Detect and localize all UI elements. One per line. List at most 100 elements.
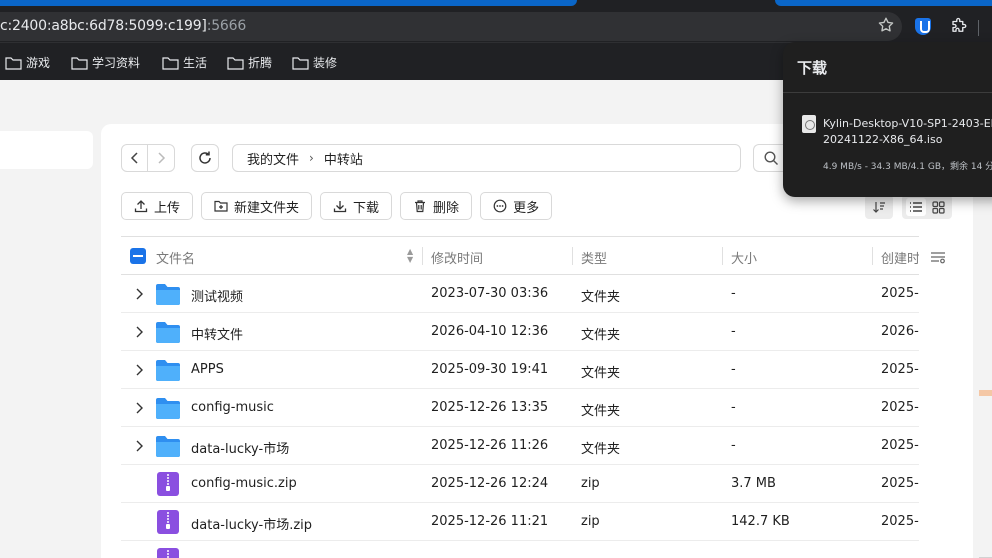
file-type: zip xyxy=(581,514,600,529)
new-folder-label: 新建文件夹 xyxy=(234,200,300,216)
bookmark-folder-study[interactable]: 学习资料 xyxy=(71,54,140,71)
folder-outline-icon xyxy=(227,56,244,70)
active-tab-indicator[interactable] xyxy=(0,0,577,6)
download-item-name[interactable]: Kylin-Desktop-V10-SP1-2403-ED 20241122-X… xyxy=(823,116,992,148)
downloads-popup: 下载 Kylin-Desktop-V10-SP1-2403-ED 2024112… xyxy=(783,42,992,197)
column-header-type[interactable]: 类型 xyxy=(581,248,607,267)
chevron-left-icon xyxy=(130,152,138,164)
column-divider[interactable] xyxy=(872,247,873,265)
more-button[interactable]: 更多 xyxy=(480,192,553,220)
extensions-puzzle-icon[interactable] xyxy=(950,17,968,35)
chevron-right-icon xyxy=(158,152,166,164)
table-row[interactable] xyxy=(121,541,919,558)
modified-time: 2025-09-30 19:41 xyxy=(431,362,549,377)
upload-button[interactable]: 上传 xyxy=(121,192,194,220)
column-settings-icon[interactable] xyxy=(930,250,946,264)
bookmark-label: 游戏 xyxy=(26,56,51,70)
delete-button[interactable]: 删除 xyxy=(400,192,473,220)
file-name[interactable]: 测试视频 xyxy=(191,286,243,305)
url-text[interactable]: c:2400:a8bc:6d78:5099:c199]:5666 xyxy=(0,18,246,34)
downloads-title: 下载 xyxy=(797,59,828,77)
address-bar[interactable]: c:2400:a8bc:6d78:5099:c199]:5666 xyxy=(0,12,902,41)
file-type: 文件夹 xyxy=(581,404,621,419)
breadcrumb-root[interactable]: 我的文件 xyxy=(247,149,299,168)
table-row[interactable]: 中转文件 2026-04-10 12:36 文件夹 - 2026-0 xyxy=(121,313,919,351)
new-folder-button[interactable]: 新建文件夹 xyxy=(201,192,313,220)
chevron-right-icon[interactable] xyxy=(133,287,145,301)
folder-icon xyxy=(156,398,180,419)
more-dots-icon xyxy=(493,199,507,213)
folder-icon xyxy=(156,322,180,343)
column-divider[interactable] xyxy=(722,247,723,265)
file-size: 142.7 KB xyxy=(731,514,790,529)
created-time: 2026-0 xyxy=(881,324,919,339)
sidebar-search-field[interactable] xyxy=(0,131,93,169)
tab-indicator[interactable] xyxy=(775,0,992,6)
table-header: 文件名 ▲ ▼ 修改时间 类型 大小 创建时 xyxy=(121,236,919,275)
table-row[interactable]: 测试视频 2023-07-30 03:36 文件夹 - 2025-1 xyxy=(121,275,919,313)
select-all-checkbox[interactable] xyxy=(130,248,146,264)
chevron-right-icon[interactable] xyxy=(133,401,145,415)
file-type: 文件夹 xyxy=(581,328,621,343)
list-view-icon xyxy=(910,202,922,212)
modified-time: 2023-07-30 03:36 xyxy=(431,286,549,301)
bookmark-label: 装修 xyxy=(313,56,338,70)
refresh-button[interactable] xyxy=(191,144,219,172)
refresh-icon xyxy=(199,151,211,164)
grid-view-button[interactable] xyxy=(928,198,948,216)
breadcrumb-separator: › xyxy=(309,151,314,165)
table-row[interactable]: data-lucky-市场.zip 2025-12-26 11:21 zip 142.… xyxy=(121,503,919,541)
list-view-button[interactable] xyxy=(906,198,926,216)
delete-label: 删除 xyxy=(433,200,460,216)
chevron-right-icon[interactable] xyxy=(133,363,145,377)
modified-time: 2025-12-26 11:21 xyxy=(431,514,549,529)
bookmark-folder-life[interactable]: 生活 xyxy=(162,54,207,71)
table-row[interactable]: APPS 2025-09-30 19:41 文件夹 - 2025-1 xyxy=(121,351,919,389)
column-header-name[interactable]: 文件名 xyxy=(156,248,195,267)
download-button[interactable]: 下载 xyxy=(320,192,393,220)
file-type: 文件夹 xyxy=(581,366,621,381)
file-name[interactable]: APPS xyxy=(191,362,224,377)
file-size: 3.7 MB xyxy=(731,476,776,491)
breadcrumb-current[interactable]: 中转站 xyxy=(324,149,363,168)
folder-icon xyxy=(156,284,180,305)
file-name[interactable]: config-music.zip xyxy=(191,476,297,491)
column-header-created[interactable]: 创建时 xyxy=(881,248,919,267)
sort-arrows-icon[interactable]: ▲ ▼ xyxy=(407,248,413,264)
download-name-line2: 20241122-X86_64.iso xyxy=(823,133,943,146)
folder-outline-icon xyxy=(162,56,179,70)
more-label: 更多 xyxy=(513,200,540,216)
table-row[interactable]: config-music 2025-12-26 13:35 文件夹 - 2025-1 xyxy=(121,389,919,427)
modified-time: 2025-12-26 11:26 xyxy=(431,438,549,453)
table-row[interactable]: data-lucky-市场 2025-12-26 11:26 文件夹 - 2025-1 xyxy=(121,427,919,465)
column-divider[interactable] xyxy=(572,247,573,265)
zip-archive-icon xyxy=(157,548,179,558)
file-name[interactable]: config-music xyxy=(191,400,274,415)
column-divider[interactable] xyxy=(422,247,423,265)
bookmark-folder-tinker[interactable]: 折腾 xyxy=(227,54,272,71)
bookmark-folder-games[interactable]: 游戏 xyxy=(5,54,50,71)
file-name[interactable]: 中转文件 xyxy=(191,324,243,343)
bookmark-star-icon[interactable] xyxy=(877,16,895,34)
file-name[interactable]: data-lucky-市场 xyxy=(191,438,289,457)
password-manager-extension-icon[interactable] xyxy=(915,18,931,35)
sort-order-button[interactable] xyxy=(865,195,893,219)
created-time: 2025-1 xyxy=(881,476,919,491)
folder-outline-icon xyxy=(292,56,309,70)
chevron-right-icon[interactable] xyxy=(133,325,145,339)
file-disc-icon xyxy=(802,115,816,133)
url-host: c:2400:a8bc:6d78:5099:c199] xyxy=(0,18,207,34)
forward-button[interactable] xyxy=(148,145,174,171)
table-row[interactable]: config-music.zip 2025-12-26 12:24 zip 3.7 M… xyxy=(121,465,919,503)
back-button[interactable] xyxy=(122,145,149,171)
file-type: zip xyxy=(581,476,600,491)
column-header-size[interactable]: 大小 xyxy=(731,248,757,267)
chevron-right-icon[interactable] xyxy=(133,439,145,453)
action-toolbar: 上传 新建文件夹 下载 删除 更多 xyxy=(121,192,553,220)
bookmark-folder-decor[interactable]: 装修 xyxy=(292,54,337,71)
download-label: 下载 xyxy=(353,200,380,216)
created-time: 2025-1 xyxy=(881,514,919,529)
column-header-modified[interactable]: 修改时间 xyxy=(431,248,483,267)
file-name[interactable]: data-lucky-市场.zip xyxy=(191,514,312,533)
folder-outline-icon xyxy=(5,56,22,70)
